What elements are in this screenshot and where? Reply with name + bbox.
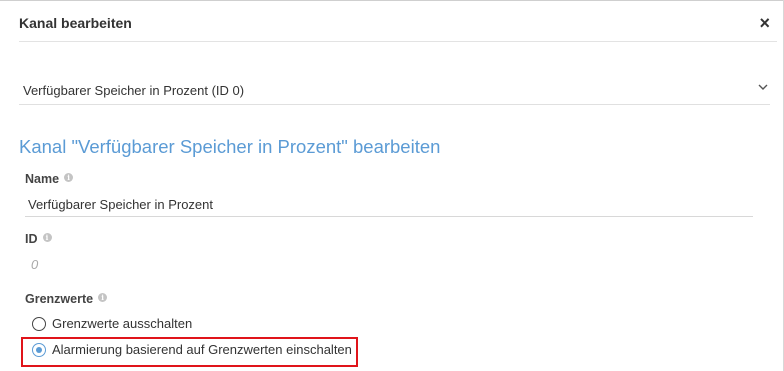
- name-input[interactable]: [25, 192, 753, 217]
- channel-select[interactable]: Verfügbarer Speicher in Prozent (ID 0): [19, 78, 770, 105]
- info-icon[interactable]: i: [98, 293, 108, 302]
- limits-label: Grenzwerte i: [25, 292, 108, 306]
- radio-button-checked[interactable]: [32, 343, 46, 357]
- close-icon[interactable]: ×: [759, 13, 770, 33]
- radio-label: Alarmierung basierend auf Grenzwerten ei…: [52, 342, 352, 357]
- info-icon[interactable]: i: [42, 233, 52, 242]
- section-title: Kanal "Verfügbarer Speicher in Prozent" …: [19, 136, 441, 157]
- top-border: [0, 0, 784, 1]
- name-label-text: Name: [25, 172, 60, 186]
- id-label: ID i: [25, 232, 52, 246]
- radio-label: Grenzwerte ausschalten: [52, 316, 193, 331]
- radio-dot: [35, 346, 42, 353]
- id-label-text: ID: [25, 232, 38, 246]
- dialog-title: Kanal bearbeiten: [19, 15, 132, 31]
- name-label: Name i: [25, 172, 74, 186]
- radio-button[interactable]: [32, 317, 46, 331]
- edit-channel-dialog: Kanal bearbeiten × Verfügbarer Speicher …: [0, 0, 784, 371]
- id-value: 0: [31, 257, 39, 272]
- channel-select-value: Verfügbarer Speicher in Prozent (ID 0): [23, 83, 245, 98]
- limits-label-text: Grenzwerte: [25, 292, 94, 306]
- chevron-down-icon: [758, 84, 768, 90]
- dialog-header: Kanal bearbeiten ×: [19, 13, 777, 42]
- info-icon[interactable]: i: [64, 173, 74, 182]
